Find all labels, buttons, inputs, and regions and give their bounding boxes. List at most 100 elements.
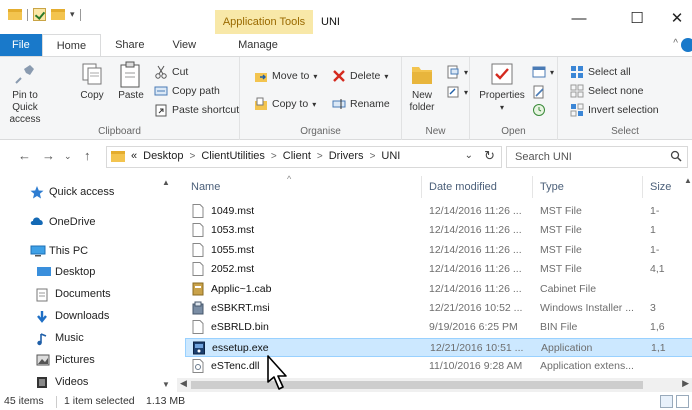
copy-to-button[interactable]: Copy to ▾ [254,97,316,111]
forward-arrow-icon[interactable]: → [42,148,55,163]
file-row[interactable]: eSBKRT.msi 12/21/2016 10:52 ... Windows In… [185,299,692,318]
breadcrumb-clientutilities[interactable]: ClientUtilities [201,150,265,162]
new-folder-icon[interactable] [51,9,65,20]
rename-button[interactable]: Rename [332,97,390,111]
column-divider[interactable] [642,176,643,198]
column-name[interactable]: Name [191,181,220,193]
search-icon[interactable] [670,150,682,162]
file-row[interactable]: eSBRLD.bin 9/19/2016 6:25 PM BIN File 1,6 [185,318,692,337]
cut-button[interactable]: Cut [154,65,188,79]
address-bar[interactable]: « Desktop > ClientUtilities > Client > D… [106,146,502,168]
select-all-button[interactable]: Select all [570,65,631,79]
tab-home[interactable]: Home [41,34,102,56]
help-icon[interactable] [681,38,692,52]
tab-file[interactable]: File [0,34,42,56]
details-view-icon[interactable] [660,395,673,408]
tab-manage[interactable]: Manage [224,34,292,56]
file-name: 1053.mst [211,224,255,237]
navpane-scrollbar[interactable]: ▲ ▼ [160,174,172,396]
column-type[interactable]: Type [540,181,564,193]
file-name: eSBRLD.bin [211,321,269,334]
file-list-scrollbar[interactable]: ▲ [684,174,692,378]
status-bar: 45 items 1 item selected 1.13 MB [0,394,692,410]
breadcrumb-chevron-icon[interactable]: > [370,151,376,162]
minimize-button[interactable]: — [556,6,602,32]
breadcrumb-overflow[interactable]: « [131,150,137,162]
search-input[interactable]: Search UNI [506,146,688,168]
file-explorer-window: ▾ Application Tools UNI — ☐ ✕ File Home … [0,0,692,410]
customize-qat-icon[interactable]: ▾ [70,9,75,20]
file-type: MST File [540,205,582,217]
copy-path-button[interactable]: Copy path [154,84,220,98]
column-size[interactable]: Size [650,181,671,193]
scroll-down-icon[interactable]: ▼ [160,380,172,389]
breadcrumb-desktop[interactable]: Desktop [143,150,183,162]
breadcrumb-uni[interactable]: UNI [381,150,400,162]
properties-check-icon[interactable] [33,8,46,21]
history-button[interactable] [532,103,546,117]
navigation-row: ← → ⌄ ↑ « Desktop > ClientUtilities > Cl… [0,140,692,174]
nav-onedrive[interactable]: OneDrive [30,216,95,228]
up-arrow-icon[interactable]: ↑ [84,148,91,163]
recent-locations-chevron-icon[interactable]: ⌄ [64,151,72,162]
breadcrumb-client[interactable]: Client [283,150,311,162]
pin-to-quick-access-button[interactable]: Pin to Quick access [2,61,48,126]
new-group-label: New [425,126,446,137]
refresh-icon[interactable]: ↻ [484,148,495,164]
open-button[interactable]: ▾ [532,65,554,79]
move-to-dropdown-icon: ▾ [313,71,318,81]
nav-this-pc[interactable]: This PC [30,245,88,257]
open-dropdown-icon: ▾ [550,67,555,77]
tab-view[interactable]: View [158,34,210,56]
tab-share[interactable]: Share [101,34,158,56]
move-to-button[interactable]: Move to ▾ [254,69,317,83]
column-date-modified[interactable]: Date modified [429,181,497,193]
nav-downloads[interactable]: Downloads [36,310,109,323]
address-dropdown-icon[interactable]: ⌄ [465,150,473,161]
collapse-ribbon-icon[interactable]: ^ [673,38,678,49]
nav-music[interactable]: Music [36,332,84,346]
delete-button[interactable]: Delete ▾ [332,69,388,83]
file-row[interactable]: 1053.mst 12/14/2016 11:26 ... MST File 1 [185,221,692,240]
column-divider[interactable] [532,176,533,198]
file-row[interactable]: 1049.mst 12/14/2016 11:26 ... MST File 1- [185,202,692,221]
copy-button[interactable]: Copy [76,61,108,102]
properties-button[interactable]: Properties ▾ [474,61,530,114]
nav-desktop[interactable]: Desktop [36,266,95,278]
scroll-left-icon[interactable]: ◀ [180,378,187,389]
scroll-up-icon[interactable]: ▲ [160,178,172,187]
new-folder-icon [409,61,435,87]
file-row[interactable]: Applic~1.cab 12/14/2016 11:26 ... Cabinet … [185,280,692,299]
close-button[interactable]: ✕ [654,6,692,32]
scroll-right-icon[interactable]: ▶ [682,378,689,389]
paste-shortcut-button[interactable]: Paste shortcut [154,103,239,117]
breadcrumb-chevron-icon[interactable]: > [271,151,277,162]
nav-pictures[interactable]: Pictures [36,354,95,366]
edit-button[interactable] [532,85,546,99]
column-divider[interactable] [421,176,422,198]
file-row[interactable]: 1055.mst 12/14/2016 11:26 ... MST File 1- [185,241,692,260]
invert-selection-button[interactable]: Invert selection [570,103,659,117]
scroll-up-icon[interactable]: ▲ [684,176,692,185]
download-arrow-icon [36,310,50,323]
file-icon [192,223,204,238]
back-arrow-icon[interactable]: ← [18,148,31,163]
copy-icon [79,61,105,87]
select-none-button[interactable]: Select none [570,84,643,98]
new-folder-button[interactable]: New folder [404,61,440,114]
breadcrumb-drivers[interactable]: Drivers [329,150,364,162]
breadcrumb-chevron-icon[interactable]: > [317,151,323,162]
nav-quick-access[interactable]: Quick access [30,186,114,199]
paste-button[interactable]: Paste [114,61,148,102]
rename-icon [332,97,346,111]
file-name: 1049.mst [211,205,255,217]
easy-access-button[interactable]: ▾ [446,85,468,99]
breadcrumb-chevron-icon[interactable]: > [189,151,195,162]
file-icon [192,320,204,335]
file-row[interactable]: 2052.mst 12/14/2016 11:26 ... MST File 4,1 [185,260,692,279]
nav-videos[interactable]: Videos [36,376,88,388]
new-item-button[interactable]: ▾ [446,65,468,79]
horizontal-scrollbar[interactable]: ◀ ▶ [177,378,692,392]
nav-documents[interactable]: Documents [36,288,111,302]
large-icons-view-icon[interactable] [676,395,689,408]
